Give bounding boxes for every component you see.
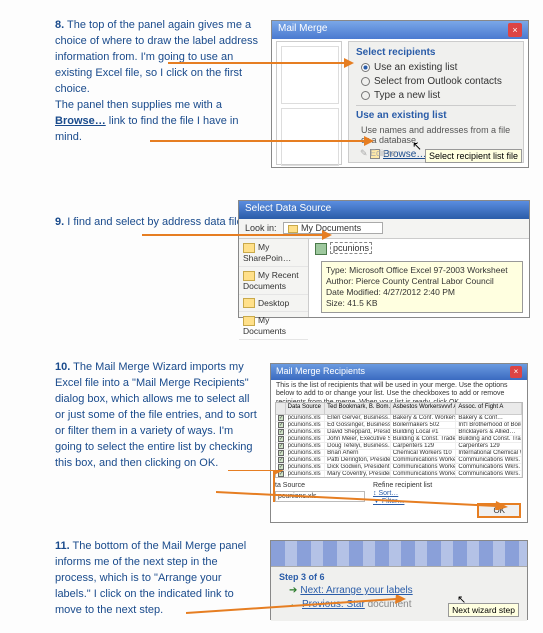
mmr-titlebar: Mail Merge Recipients × (271, 364, 527, 380)
sds-titlebar: Select Data Source (239, 201, 529, 219)
lookin-dropdown[interactable]: My Documents (283, 222, 383, 234)
data-source-box[interactable]: pcunions.xls (275, 491, 365, 502)
table-row[interactable]: ✓pcunions.xlsPatti Derington, PresidentC… (276, 457, 522, 464)
use-existing-desc: Use names and addresses from a file or a… (361, 125, 516, 145)
mm-task-pane: Select recipients Use an existing list S… (348, 41, 524, 163)
mail-merge-panel: Mail Merge × Select recipients Use an ex… (271, 20, 529, 168)
mail-merge-recipients-dialog: Mail Merge Recipients × This is the list… (270, 363, 528, 523)
lookin-label: Look in: (245, 223, 277, 233)
doc-page (281, 108, 339, 166)
close-icon[interactable]: × (508, 23, 522, 37)
step8-body2a: The panel then supplies me with a (55, 99, 222, 111)
table-row[interactable]: ✓pcunions.xlsEd Gossinger, Business…Boil… (276, 422, 522, 429)
radio-icon (361, 63, 370, 72)
radio-icon (361, 77, 370, 86)
place-desktop[interactable]: Desktop (239, 295, 308, 313)
excel-icon (315, 243, 327, 255)
cursor-icon: ↖ (412, 139, 422, 153)
table-row[interactable]: ✓pcunions.xlsDavid Sheppard, PresidenBui… (276, 429, 522, 436)
table-row[interactable]: ✓pcunions.xlsJohn Meier, Executive S…Bui… (276, 436, 522, 443)
filter-link[interactable]: ▼ Filter… (373, 498, 432, 505)
step9-num: 9. (55, 216, 64, 228)
mmr-bottom: ta Source pcunions.xls Refine recipient … (275, 482, 523, 518)
step10-text: 10. The Mail Merge Wizard imports my Exc… (55, 360, 260, 472)
data-source-section: ta Source pcunions.xls (275, 482, 365, 502)
mail-merge-bottom-panel: Step 3 of 6 ➔Next: Arrange your labels ←… (270, 540, 528, 620)
grid-header: Data Source Ted Bookmark, B. Bom. Asbest… (276, 403, 522, 415)
arrow-left-icon: ← (289, 599, 299, 610)
checkbox-icon[interactable]: ✓ (278, 436, 284, 442)
places-bar: My SharePoin… My Recent Documents Deskto… (239, 239, 309, 317)
select-data-source-dialog: Select Data Source Look in: My Documents… (238, 200, 530, 318)
sort-link[interactable]: ↕ Sort… (373, 490, 432, 497)
checkbox-icon[interactable]: ✓ (278, 443, 284, 449)
recipient-grid[interactable]: Data Source Ted Bookmark, B. Bom. Asbest… (275, 402, 523, 478)
folder-icon (243, 316, 255, 326)
file-item[interactable]: pcunions (315, 243, 372, 255)
file-tooltip: Type: Microsoft Office Excel 97-2003 Wor… (321, 261, 523, 313)
edit-recipient-link[interactable]: ✎ Edit re (360, 148, 396, 159)
step9-body: I find and select by address data file. (67, 216, 246, 228)
checkbox-icon[interactable]: ✓ (278, 415, 284, 421)
table-row[interactable]: ✓pcunions.xlsMary Coventry, PresidentCom… (276, 471, 522, 478)
tooltip: Next wizard step (448, 603, 519, 617)
mm-titlebar: Mail Merge × (272, 21, 528, 39)
radio-icon (361, 91, 370, 100)
checkbox-icon[interactable]: ✓ (278, 471, 284, 477)
table-row[interactable]: ✓pcunions.xlsEllen Gerver, Business…Bake… (276, 415, 522, 422)
table-row[interactable]: ✓pcunions.xlsDoug Tefelyi, Business…Carp… (276, 443, 522, 450)
doc-page (281, 46, 339, 104)
ok-button[interactable]: OK (477, 503, 521, 518)
step8-body1: The top of the panel again gives me a ch… (55, 19, 258, 95)
sds-toolbar: Look in: My Documents (239, 219, 529, 239)
option-outlook[interactable]: Select from Outlook contacts (361, 76, 516, 87)
step11-text: 11. The bottom of the Mail Merge panel i… (55, 539, 255, 619)
option-new-list[interactable]: Type a new list (361, 90, 516, 101)
next-link[interactable]: ➔Next: Arrange your labels (289, 585, 519, 596)
table-row[interactable]: ✓pcunions.xlsDick Godwin, PresidentCommu… (276, 464, 522, 471)
step8-browse-word: Browse… (55, 115, 106, 127)
close-icon[interactable]: × (510, 366, 522, 378)
step9-text: 9. I find and select by address data fil… (55, 215, 225, 231)
place-mydocs[interactable]: My Documents (239, 312, 308, 340)
checkbox-icon[interactable]: ✓ (278, 464, 284, 470)
use-existing-heading: Use an existing list (356, 110, 516, 121)
step11-body: The bottom of the Mail Merge panel infor… (55, 540, 246, 616)
tooltip: Select recipient list file (425, 149, 522, 163)
ruler-deco (271, 541, 527, 567)
folder-icon (288, 225, 298, 233)
place-recent[interactable]: My Recent Documents (239, 267, 308, 295)
arrow-right-icon: ➔ (289, 585, 297, 596)
select-recipients-heading: Select recipients (356, 47, 516, 58)
step-indicator: Step 3 of 6 (279, 572, 519, 582)
checkbox-icon[interactable]: ✓ (278, 450, 284, 456)
folder-icon (243, 298, 255, 308)
folder-icon (243, 271, 255, 281)
checkbox-icon[interactable]: ✓ (278, 422, 284, 428)
folder-icon (243, 243, 255, 253)
step10-body: The Mail Merge Wizard imports my Excel f… (55, 361, 257, 469)
checkbox-icon[interactable]: ✓ (278, 429, 284, 435)
step11-num: 11. (55, 540, 70, 552)
step8-text: 8. The top of the panel again gives me a… (55, 18, 260, 146)
checkbox-icon[interactable]: ✓ (278, 457, 284, 463)
refine-section: Refine recipient list ↕ Sort… ▼ Filter… (373, 482, 432, 506)
place-sharepoint[interactable]: My SharePoin… (239, 239, 308, 267)
mm-title: Mail Merge (278, 23, 327, 37)
table-row[interactable]: ✓pcunions.xlsBrian AhernChemical Workers… (276, 450, 522, 457)
step10-num: 10. (55, 361, 70, 373)
option-existing-list[interactable]: Use an existing list (361, 62, 516, 73)
step8-num: 8. (55, 19, 64, 31)
document-preview (276, 41, 342, 165)
